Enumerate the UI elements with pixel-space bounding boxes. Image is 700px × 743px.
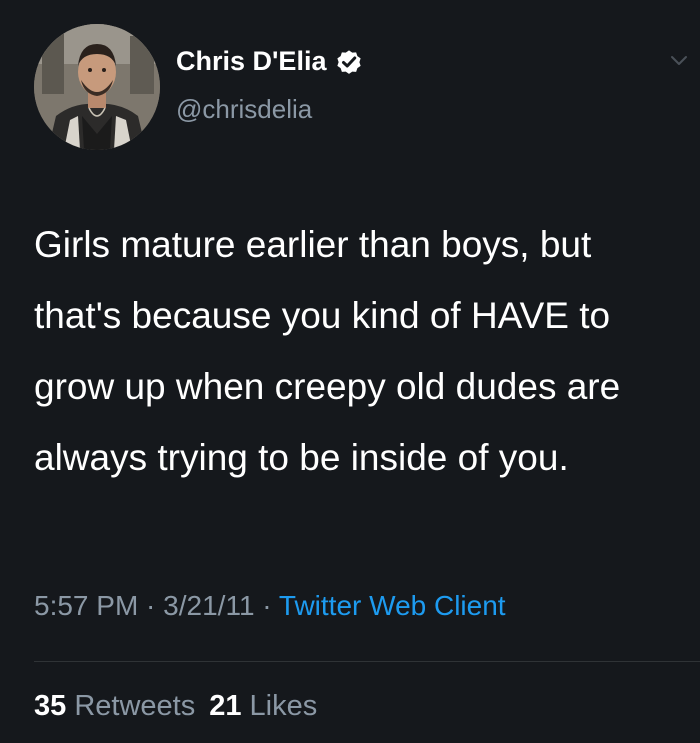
meta-separator: · xyxy=(138,590,164,621)
verified-badge-icon xyxy=(334,47,364,77)
meta-separator: · xyxy=(254,590,279,621)
tweet-meta: 5:57 PM · 3/21/11 · Twitter Web Client xyxy=(34,590,506,622)
chevron-down-icon[interactable] xyxy=(664,50,694,72)
likes-count: 21 xyxy=(209,690,242,722)
divider xyxy=(34,661,700,662)
author-name-row[interactable]: Chris D'Elia xyxy=(176,46,364,77)
tweet-text: Girls mature earlier than boys, but that… xyxy=(34,224,621,478)
likes-stat[interactable]: 21 Likes xyxy=(209,690,317,722)
tweet-time[interactable]: 5:57 PM xyxy=(34,590,138,621)
tweet-date[interactable]: 3/21/11 xyxy=(163,590,254,621)
tweet-stats: 35 Retweets 21 Likes xyxy=(34,690,317,723)
likes-label: Likes xyxy=(249,690,318,722)
avatar-image xyxy=(34,24,160,150)
retweets-label: Retweets xyxy=(74,690,196,722)
tweet-card: Chris D'Elia @chrisdelia Girls mature ea… xyxy=(0,0,700,743)
avatar[interactable] xyxy=(34,24,160,150)
display-name[interactable]: Chris D'Elia xyxy=(176,46,326,77)
tweet-client-link[interactable]: Twitter Web Client xyxy=(279,590,506,621)
user-handle[interactable]: @chrisdelia xyxy=(176,94,312,125)
retweets-stat[interactable]: 35 Retweets xyxy=(34,690,195,722)
retweets-count: 35 xyxy=(34,690,67,722)
